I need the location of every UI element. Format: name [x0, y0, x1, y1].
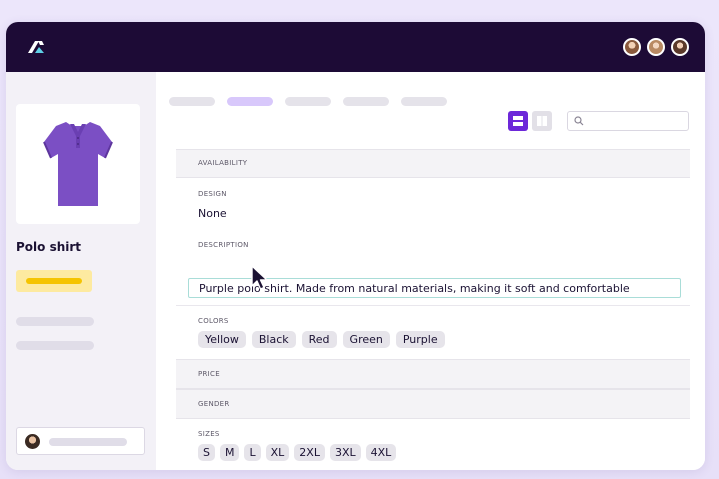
list-view-button[interactable]	[508, 111, 528, 131]
size-chip-m[interactable]: M	[219, 444, 240, 461]
tab-active[interactable]	[227, 97, 273, 106]
size-chip-3xl[interactable]: 3XL	[329, 444, 361, 461]
top-bar	[6, 22, 705, 72]
avatar[interactable]	[623, 38, 641, 56]
design-value[interactable]: None	[198, 207, 227, 220]
size-chip-s[interactable]: S	[198, 444, 215, 461]
sizes-label: SIZES	[198, 430, 220, 438]
placeholder-line	[49, 438, 127, 446]
tab[interactable]	[169, 97, 215, 106]
main-panel: AVAILABILITY DESIGN None DESCRIPTION Pur…	[156, 72, 705, 470]
current-user[interactable]	[16, 427, 145, 455]
color-chip-green[interactable]: Green	[342, 331, 390, 348]
color-chips: Yellow Black Red Green Purple	[198, 331, 445, 348]
highlight-bar	[26, 278, 82, 284]
colors-label: COLORS	[198, 317, 229, 325]
placeholder-line	[16, 317, 94, 326]
tab-bar	[169, 97, 447, 106]
tab[interactable]	[401, 97, 447, 106]
size-chip-2xl[interactable]: 2XL	[294, 444, 325, 461]
product-image-card[interactable]	[16, 104, 140, 224]
description-label: DESCRIPTION	[198, 241, 249, 249]
grid-view-icon	[537, 116, 547, 126]
color-chip-purple[interactable]: Purple	[395, 331, 445, 348]
size-chip-l[interactable]: L	[244, 444, 261, 461]
cursor-pointer-icon	[251, 265, 268, 290]
tab[interactable]	[285, 97, 331, 106]
product-name: Polo shirt	[16, 240, 82, 254]
search-icon	[574, 116, 584, 126]
availability-row[interactable]: AVAILABILITY	[176, 149, 690, 178]
highlight-placeholder	[16, 270, 92, 292]
search-input[interactable]	[567, 111, 689, 131]
divider	[176, 305, 690, 306]
app-logo-icon[interactable]	[26, 39, 46, 55]
color-chip-black[interactable]: Black	[251, 331, 296, 348]
color-chip-red[interactable]: Red	[301, 331, 337, 348]
polo-shirt-icon	[43, 122, 113, 206]
grid-view-button[interactable]	[532, 111, 552, 131]
avatar	[25, 434, 40, 449]
view-toggle	[508, 111, 552, 131]
app-window: Polo shirt AVAILABILITY DESIGN None DESC…	[6, 22, 705, 470]
availability-label: AVAILABILITY	[198, 159, 248, 167]
color-chip-yellow[interactable]: Yellow	[198, 331, 246, 348]
gender-label: GENDER	[198, 400, 230, 408]
size-chip-xl[interactable]: XL	[265, 444, 290, 461]
price-row[interactable]: PRICE	[176, 359, 690, 389]
placeholder-line	[16, 341, 94, 350]
avatar[interactable]	[647, 38, 665, 56]
gender-row[interactable]: GENDER	[176, 389, 690, 419]
design-label: DESIGN	[198, 190, 227, 198]
sidebar: Polo shirt	[6, 72, 156, 470]
list-view-icon	[513, 116, 523, 126]
collaborator-avatars	[623, 38, 689, 56]
tab[interactable]	[343, 97, 389, 106]
size-chips: S M L XL 2XL 3XL 4XL	[198, 444, 397, 461]
size-chip-4xl[interactable]: 4XL	[365, 444, 397, 461]
avatar[interactable]	[671, 38, 689, 56]
price-label: PRICE	[198, 370, 220, 378]
